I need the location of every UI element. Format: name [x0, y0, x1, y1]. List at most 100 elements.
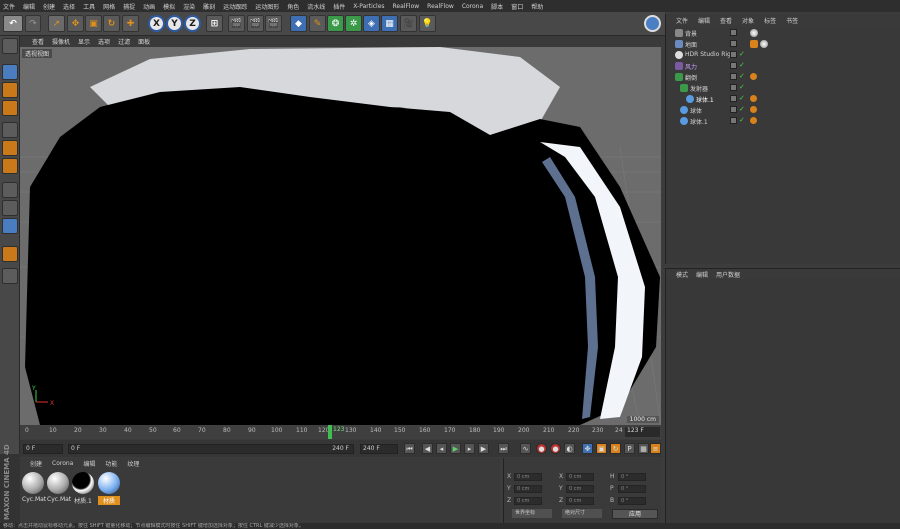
object-row-hdr-studio-rig[interactable]: HDR Studio Rig ✓ — [666, 50, 900, 60]
render-settings-button[interactable]: 🎬 — [265, 15, 282, 32]
menu-item-mograph[interactable]: 运动图形 — [255, 2, 279, 11]
go-to-start-button[interactable]: ⏮ — [404, 443, 415, 454]
add-cube-button[interactable]: ◆ — [290, 15, 307, 32]
start-frame-field[interactable]: 0 F — [23, 444, 63, 454]
menu-item-tools[interactable]: 工具 — [83, 2, 95, 11]
polygons-mode-button[interactable] — [2, 158, 18, 174]
rotation-h-field[interactable]: 0 ° — [618, 473, 646, 481]
rotation-b-field[interactable]: 0 ° — [618, 497, 646, 505]
dynamics-tag-icon[interactable] — [750, 73, 757, 80]
position-x-field[interactable]: 0 cm — [514, 473, 542, 481]
live-select-button[interactable]: ➚ — [48, 15, 65, 32]
material-menu-edit[interactable]: 编辑 — [83, 459, 95, 468]
tweak-mode-button[interactable] — [2, 200, 18, 216]
position-z-field[interactable]: 0 cm — [514, 497, 542, 505]
3d-viewport[interactable]: Y X 透视视图 1000 cm — [20, 47, 661, 425]
enabled-check-icon[interactable]: ✓ — [739, 116, 745, 124]
menu-item-pipeline[interactable]: 流水线 — [307, 2, 325, 11]
enabled-check-icon[interactable]: ✓ — [739, 50, 745, 58]
axis-mode-button[interactable] — [2, 182, 18, 198]
menu-item-simulate[interactable]: 模拟 — [163, 2, 175, 11]
enabled-check-icon[interactable]: ✓ — [739, 94, 745, 102]
material-tag-icon[interactable] — [750, 29, 758, 37]
objects-menu-bookmarks[interactable]: 书签 — [786, 16, 798, 25]
viewport-menu-options[interactable]: 选项 — [98, 37, 110, 46]
workplane-mode-button[interactable] — [2, 100, 18, 116]
menu-item-x-particles[interactable]: X-Particles — [353, 3, 384, 10]
add-cloner-button[interactable]: ✲ — [345, 15, 362, 32]
viewport-menu-panel[interactable]: 面板 — [138, 37, 150, 46]
objects-menu-view[interactable]: 查看 — [720, 16, 732, 25]
menu-item-realflow-2[interactable]: RealFlow — [427, 3, 454, 10]
undo-button[interactable]: ↶ — [3, 15, 23, 32]
lock-y-axis-button[interactable]: Y — [166, 15, 183, 32]
menu-item-motion-tracking[interactable]: 运动跟踪 — [223, 2, 247, 11]
menu-item-help[interactable]: 帮助 — [531, 2, 543, 11]
menu-item-corona[interactable]: Corona — [462, 3, 483, 10]
visibility-toggle[interactable] — [730, 84, 737, 91]
size-mode-dropdown[interactable]: 绝对尺寸 — [562, 509, 602, 518]
dynamics-tag-icon[interactable] — [750, 117, 757, 124]
workplane-button[interactable] — [2, 268, 18, 284]
make-editable-button[interactable] — [2, 38, 18, 54]
viewport-menu-view[interactable]: 查看 — [32, 37, 44, 46]
move-tool-button[interactable]: ✥ — [67, 15, 84, 32]
coordinate-system-button[interactable]: ⊞ — [206, 15, 223, 32]
visibility-toggle[interactable] — [730, 73, 737, 80]
size-y-field[interactable]: 0 cm — [566, 485, 594, 493]
enabled-check-icon[interactable]: ✓ — [739, 61, 745, 69]
dynamics-tag-icon[interactable] — [750, 95, 757, 102]
model-mode-button[interactable] — [2, 64, 18, 80]
menu-item-create[interactable]: 创建 — [43, 2, 55, 11]
menu-item-render[interactable]: 渲染 — [183, 2, 195, 11]
edges-mode-button[interactable] — [2, 140, 18, 156]
key-param-button[interactable]: P — [624, 443, 635, 454]
compositing-tag-icon[interactable] — [750, 40, 758, 48]
menu-item-animate[interactable]: 动画 — [143, 2, 155, 11]
end-frame-field[interactable]: 240 F — [360, 444, 398, 454]
rotate-tool-button[interactable]: ↻ — [103, 15, 120, 32]
menu-item-realflow[interactable]: RealFlow — [393, 3, 420, 10]
visibility-toggle[interactable] — [730, 117, 737, 124]
render-picture-viewer-button[interactable]: 🎬 — [247, 15, 264, 32]
attributes-menu-user-data[interactable]: 用户数据 — [716, 270, 740, 279]
timeline-ruler[interactable]: 0 10 20 30 40 50 60 70 80 90 100 110 120… — [20, 425, 661, 439]
prev-frame-button[interactable]: ◂ — [436, 443, 447, 454]
lock-x-axis-button[interactable]: X — [148, 15, 165, 32]
object-row-floor[interactable]: 地面 — [666, 39, 900, 49]
menu-item-plugins[interactable]: 插件 — [333, 2, 345, 11]
object-row-sphere-1-child[interactable]: 球体.1 ✓ — [666, 94, 900, 104]
next-frame-button[interactable]: ▸ — [464, 443, 475, 454]
lock-z-axis-button[interactable]: Z — [184, 15, 201, 32]
viewport-camera-label[interactable]: 透视视图 — [22, 49, 53, 58]
timeline-playhead[interactable] — [328, 425, 332, 439]
snapping-button[interactable] — [2, 218, 18, 234]
viewport-menu-filter[interactable]: 过滤 — [118, 37, 130, 46]
menu-item-edit[interactable]: 编辑 — [23, 2, 35, 11]
visibility-toggle[interactable] — [730, 51, 737, 58]
add-subdivision-button[interactable]: ❂ — [327, 15, 344, 32]
key-position-button[interactable]: ✥ — [582, 443, 593, 454]
coordinate-mode-dropdown[interactable]: 世界坐标 — [512, 509, 552, 518]
sculpt-button[interactable] — [2, 246, 18, 262]
size-x-field[interactable]: 0 cm — [566, 473, 594, 481]
add-camera-button[interactable]: 🎥 — [400, 15, 417, 32]
size-z-field[interactable]: 0 cm — [566, 497, 594, 505]
object-row-emitter[interactable]: 发射器 ✓ — [666, 83, 900, 93]
render-view-button[interactable]: 🎬 — [228, 15, 245, 32]
material-tag-icon[interactable] — [760, 40, 768, 48]
material-item[interactable]: 材质 — [98, 472, 120, 506]
visibility-toggle[interactable] — [730, 62, 737, 69]
dynamics-tag-icon[interactable] — [750, 106, 757, 113]
viewport-menu-cameras[interactable]: 摄像机 — [52, 37, 70, 46]
material-item[interactable]: Cyc.Mat — [22, 472, 46, 506]
timeline-window-button[interactable]: ≡ — [650, 443, 661, 454]
visibility-toggle[interactable] — [730, 106, 737, 113]
enabled-check-icon[interactable]: ✓ — [739, 105, 745, 113]
prev-keyframe-button[interactable]: ◀ — [422, 443, 433, 454]
redo-button[interactable]: ↷ — [25, 15, 41, 32]
enabled-check-icon[interactable]: ✓ — [739, 72, 745, 80]
object-row-background[interactable]: 背景 — [666, 28, 900, 38]
rotation-p-field[interactable]: 0 ° — [618, 485, 646, 493]
menu-item-select[interactable]: 选择 — [63, 2, 75, 11]
